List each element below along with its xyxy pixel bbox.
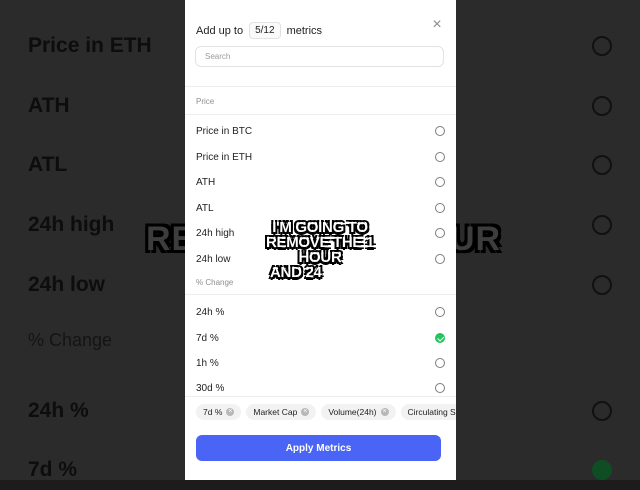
bg-radio-icon [592, 215, 612, 235]
caption-line: REMOVE THE 1 HOUR [265, 234, 375, 266]
chip-label: 7d % [203, 407, 223, 417]
option-label: 24h low [196, 253, 231, 265]
metric-option[interactable]: 30d % [196, 378, 445, 398]
close-icon[interactable]: × [430, 17, 444, 33]
divider [185, 396, 456, 397]
header-suffix: metrics [286, 24, 323, 37]
metric-option[interactable]: 24h % [196, 302, 445, 322]
divider [185, 86, 456, 87]
chip[interactable]: Circulating Su [400, 404, 456, 420]
bg-radio-icon [592, 36, 612, 56]
metric-option[interactable]: ATL [196, 198, 445, 218]
option-label: Price in ETH [196, 151, 253, 163]
metric-option[interactable]: Price in BTC [196, 121, 445, 141]
radio-icon[interactable] [435, 203, 445, 213]
metric-option[interactable]: 7d % [196, 328, 445, 348]
divider [185, 114, 456, 115]
option-label: 30d % [196, 382, 225, 394]
bg-label: Price in ETH [28, 34, 152, 57]
option-label: ATL [196, 202, 214, 214]
bg-radio-icon [592, 96, 612, 116]
section-title-change: % Change [196, 278, 234, 287]
remove-icon[interactable]: × [380, 408, 389, 416]
option-label: 24h % [196, 306, 225, 318]
caption-line: I'M GOING TO [272, 219, 368, 236]
option-label: 1h % [196, 357, 219, 369]
bg-label: 24h high [28, 213, 115, 236]
video-caption: I'M GOING TO REMOVE THE 1 HOUR AND 24 [244, 220, 396, 280]
remove-icon[interactable]: × [301, 408, 310, 416]
metric-count-badge: 5/12 [249, 22, 281, 39]
bg-label: ATH [28, 94, 70, 117]
radio-icon[interactable] [435, 152, 445, 162]
search-input[interactable] [195, 46, 444, 67]
metric-option[interactable]: Price in ETH [196, 147, 445, 167]
chip-label: Volume(24h) [328, 407, 377, 417]
radio-icon[interactable] [435, 228, 445, 238]
check-icon[interactable] [435, 333, 445, 343]
radio-icon[interactable] [435, 177, 445, 187]
remove-icon[interactable]: × [226, 408, 235, 416]
option-label: 7d % [196, 332, 219, 344]
bg-section-label: % Change [28, 329, 113, 350]
option-label: 24h high [196, 227, 235, 239]
radio-icon[interactable] [435, 307, 445, 317]
section-title-price: Price [196, 97, 215, 106]
bg-label: 24h low [28, 273, 106, 296]
caption-bg-right: UR [450, 220, 502, 258]
bg-radio-icon [592, 275, 612, 295]
selected-chips: 7d % × Market Cap × Volume(24h) × Circul… [196, 404, 456, 420]
bg-label: ATL [28, 153, 68, 176]
dialog-header: Add up to 5/12 metrics [196, 22, 322, 39]
divider [185, 294, 456, 295]
radio-icon[interactable] [435, 254, 445, 264]
chip[interactable]: Volume(24h) × [321, 404, 396, 420]
bg-check-icon [592, 460, 612, 480]
radio-icon[interactable] [435, 383, 445, 393]
option-label: ATH [196, 176, 216, 188]
radio-icon[interactable] [435, 358, 445, 368]
chip[interactable]: 7d % × [196, 404, 242, 420]
chip[interactable]: Market Cap × [246, 404, 317, 420]
bg-label: 24h % [28, 399, 89, 422]
caption-line: AND 24 [270, 264, 322, 281]
bg-label: 7d % [28, 458, 78, 481]
option-label: Price in BTC [196, 125, 253, 137]
radio-icon[interactable] [435, 126, 445, 136]
apply-metrics-button[interactable]: Apply Metrics [196, 435, 441, 461]
chip-label: Market Cap [253, 407, 298, 417]
metric-option[interactable]: 1h % [196, 353, 445, 373]
metric-option[interactable]: ATH [196, 172, 445, 192]
bg-radio-icon [592, 155, 612, 175]
bg-radio-icon [592, 401, 612, 421]
header-prefix: Add up to [196, 24, 244, 37]
chip-label: Circulating Su [407, 407, 456, 417]
